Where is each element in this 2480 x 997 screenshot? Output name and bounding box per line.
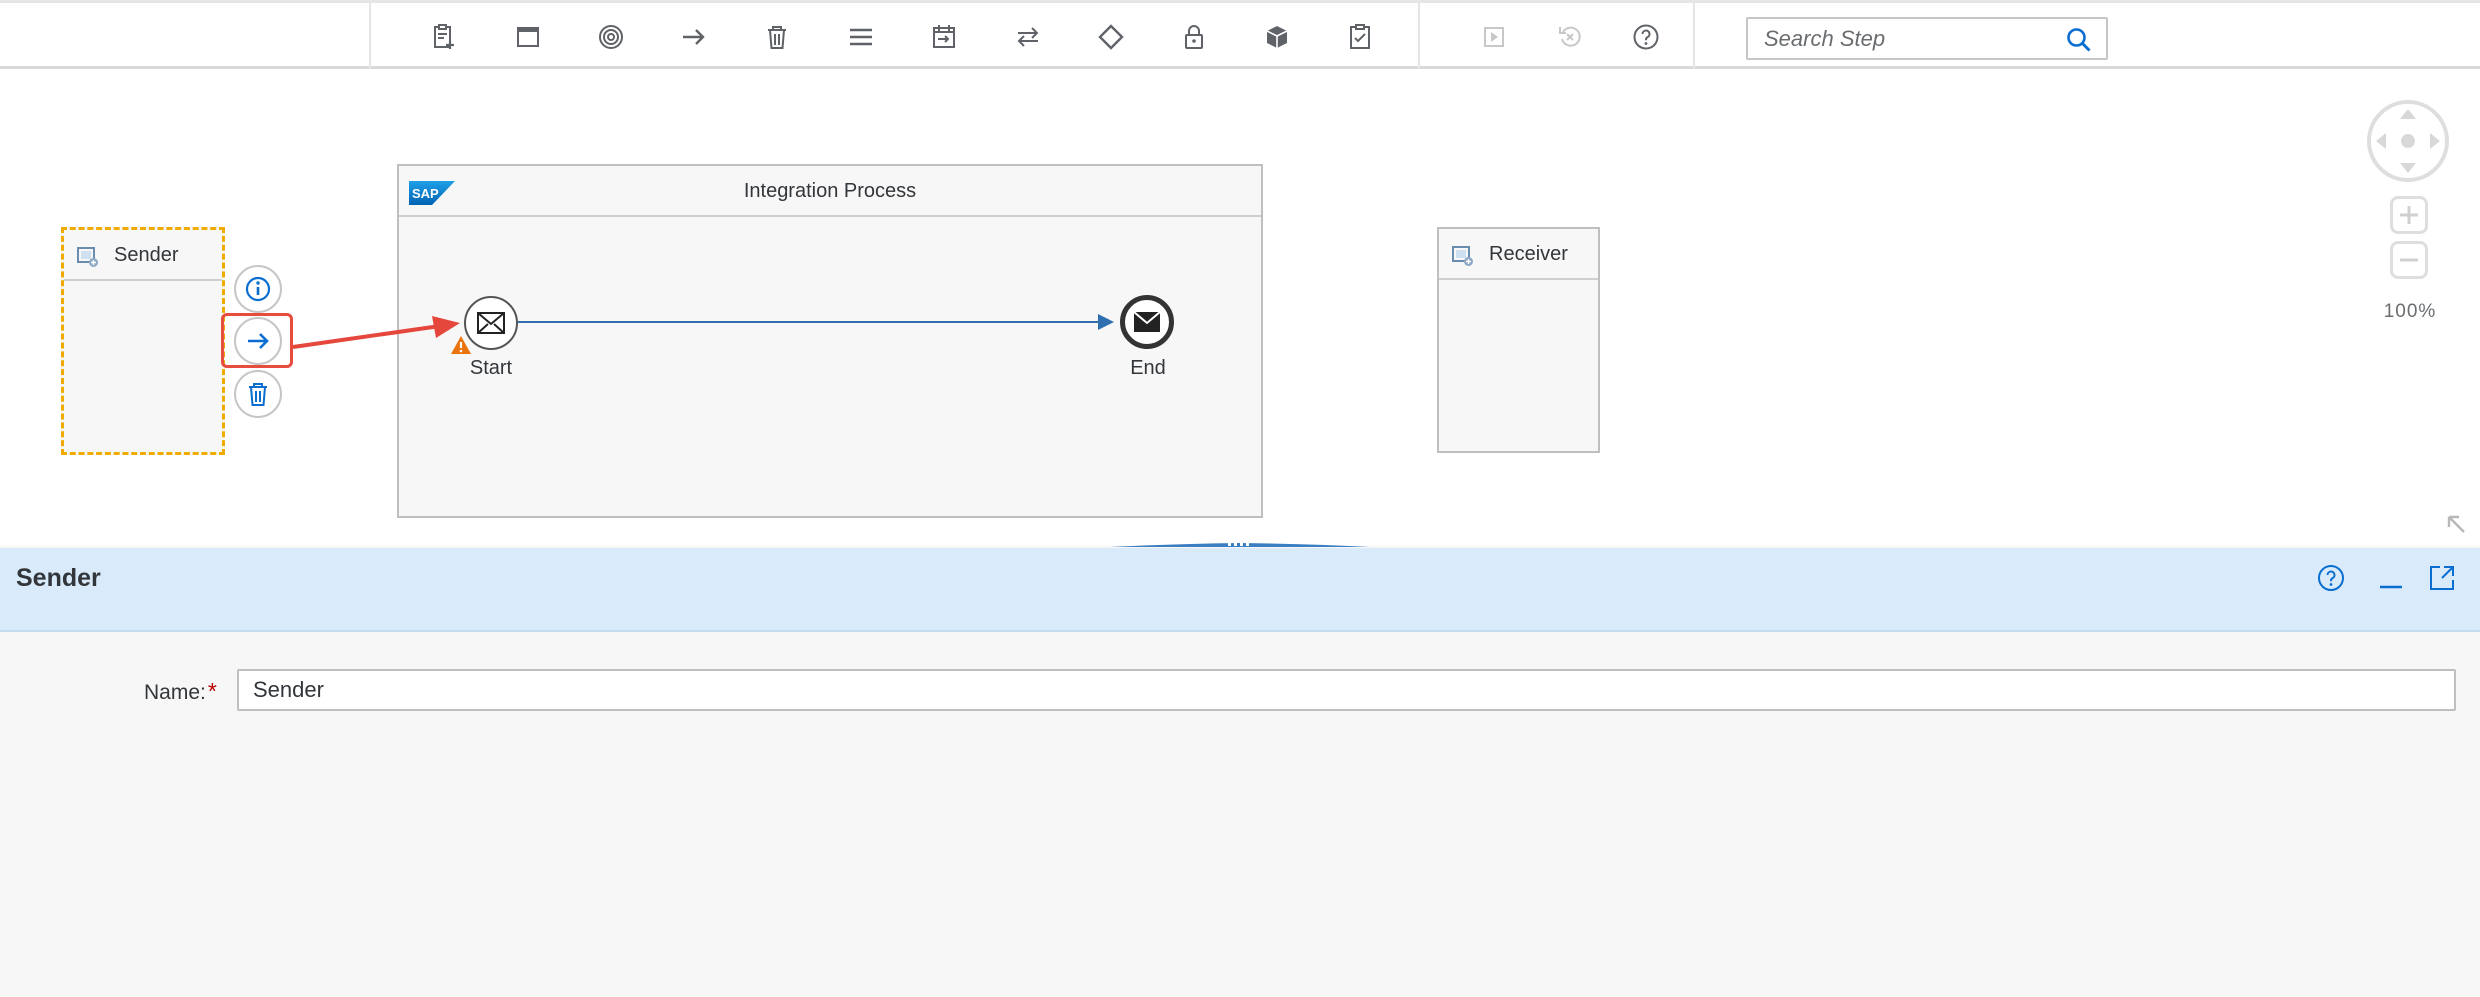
- zoom-out-button[interactable]: [2390, 241, 2428, 279]
- call-icon[interactable]: [924, 17, 964, 57]
- name-field[interactable]: [237, 669, 2456, 711]
- warning-icon[interactable]: [450, 335, 472, 355]
- zoom-in-button[interactable]: [2390, 196, 2428, 234]
- maximize-button[interactable]: [2424, 560, 2460, 596]
- pan-control[interactable]: [2366, 99, 2450, 183]
- routing-diamond-icon[interactable]: [1091, 17, 1131, 57]
- maximize-icon: [2430, 566, 2454, 590]
- sender-title: Sender: [114, 244, 179, 266]
- sender-participant[interactable]: Sender: [61, 227, 225, 455]
- participant-icon: [77, 247, 98, 267]
- participants-icon[interactable]: [424, 17, 464, 57]
- envelope-filled-icon: [1133, 311, 1161, 332]
- start-event[interactable]: [464, 296, 518, 350]
- plus-icon: [2400, 206, 2418, 224]
- process-canvas[interactable]: Sender SAP Integration Process Receiver: [0, 69, 2480, 546]
- end-event-label: End: [1130, 357, 1166, 379]
- name-field-label: Name:*: [144, 678, 217, 705]
- info-icon: [245, 276, 271, 302]
- mapping-icon[interactable]: [1008, 17, 1048, 57]
- events-icon[interactable]: [591, 17, 631, 57]
- delete-icon[interactable]: [757, 17, 797, 57]
- start-event-label: Start: [469, 357, 513, 379]
- validator-clipboard-icon[interactable]: [1340, 17, 1380, 57]
- search-input[interactable]: [1748, 19, 2048, 58]
- properties-title: Sender: [16, 564, 101, 592]
- minimize-icon: [2380, 585, 2402, 589]
- integration-process-title: Integration Process: [743, 180, 917, 202]
- search-box: [1746, 17, 2108, 60]
- properties-help-button[interactable]: [2313, 560, 2349, 596]
- properties-body: Name:*: [0, 632, 2480, 997]
- end-event[interactable]: [1120, 295, 1174, 349]
- connector-arrow-icon[interactable]: [674, 17, 714, 57]
- clear-simulation-icon[interactable]: [1550, 17, 1590, 57]
- collapse-arrow-icon[interactable]: [2444, 512, 2468, 536]
- search-icon[interactable]: [2064, 25, 2094, 55]
- delete-button[interactable]: [234, 370, 282, 418]
- process-icon[interactable]: [508, 17, 548, 57]
- minus-icon: [2400, 258, 2418, 262]
- receiver-title: Receiver: [1489, 243, 1568, 265]
- sender-header: Sender: [64, 230, 222, 281]
- highlight-box: [221, 313, 293, 368]
- properties-header: Sender: [0, 548, 2480, 632]
- help-icon[interactable]: [1626, 17, 1666, 57]
- integration-process-header: SAP Integration Process: [399, 166, 1261, 217]
- help-icon: [2318, 565, 2344, 591]
- simulate-play-icon[interactable]: [1474, 17, 1514, 57]
- menu-icon[interactable]: [841, 17, 881, 57]
- required-marker: *: [207, 678, 217, 704]
- envelope-icon: [477, 312, 505, 334]
- zoom-level: 100%: [2383, 301, 2437, 322]
- receiver-header: Receiver: [1439, 229, 1598, 280]
- delete-icon: [249, 383, 267, 406]
- toolbar: [0, 0, 2480, 69]
- receiver-participant[interactable]: Receiver: [1437, 227, 1600, 453]
- security-lock-icon[interactable]: [1174, 17, 1214, 57]
- participant-icon: [1452, 246, 1473, 266]
- persistence-icon[interactable]: [1257, 17, 1297, 57]
- name-label-text: Name:: [144, 681, 206, 704]
- minimize-button[interactable]: [2373, 560, 2409, 596]
- info-button[interactable]: [234, 265, 282, 313]
